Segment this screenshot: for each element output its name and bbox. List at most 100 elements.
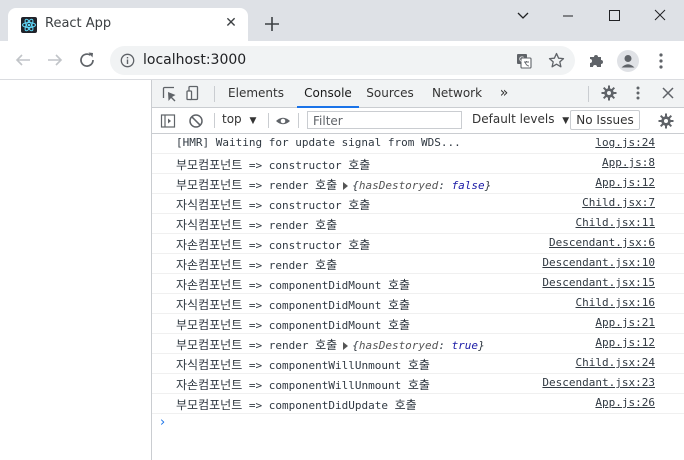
log-levels-label: Default levels — [472, 112, 555, 126]
person-icon — [621, 55, 635, 68]
devtools-tab-bar: Elements Console Sources Network » — [152, 80, 684, 108]
expand-object-icon[interactable] — [343, 342, 349, 350]
lifecycle-text: => constructor — [242, 159, 349, 172]
source-link[interactable]: App.js:12 — [595, 176, 655, 189]
console-row: 자손컴포넌트 => componentDidMount 호출 Descendan… — [152, 274, 684, 294]
inspect-element-icon[interactable] — [162, 86, 178, 102]
browser-tab[interactable]: React App ✕ — [8, 8, 248, 41]
console-prompt-row[interactable]: › — [152, 414, 684, 434]
source-link[interactable]: App.js:12 — [595, 336, 655, 349]
source-link[interactable]: App.js:8 — [602, 156, 655, 169]
console-row: 자식컴포넌트 => render 호출 Child.jsx:11 — [152, 214, 684, 234]
divider — [588, 86, 589, 102]
source-link[interactable]: Child.jsx:24 — [576, 356, 655, 369]
forward-arrow-icon[interactable] — [44, 49, 66, 71]
tab-elements[interactable]: Elements — [224, 80, 288, 107]
tab-search-chevron-icon[interactable] — [510, 6, 536, 26]
settings-gear-icon[interactable] — [601, 85, 617, 101]
log-message: 부모컴포넌트 => componentDidUpdate 호출 — [176, 396, 417, 413]
lifecycle-text: => constructor — [242, 199, 349, 212]
tab-title: React App — [45, 16, 112, 31]
source-link[interactable]: Child.jsx:7 — [582, 196, 655, 209]
close-tab-icon[interactable]: ✕ — [222, 14, 240, 32]
console-row: 부모컴포넌트 => componentDidMount 호출 App.js:21 — [152, 314, 684, 334]
console-row: 자손컴포넌트 => componentWillUnmount 호출 Descen… — [152, 374, 684, 394]
devtools-menu-icon[interactable] — [630, 85, 646, 101]
kebab-menu-icon[interactable] — [655, 52, 667, 70]
info-icon[interactable] — [120, 53, 135, 68]
source-link[interactable]: Descendant.jsx:15 — [542, 276, 655, 289]
lifecycle-text: => render — [242, 179, 316, 192]
source-link[interactable]: Descendant.jsx:23 — [542, 376, 655, 389]
source-link[interactable]: Child.jsx:16 — [576, 296, 655, 309]
call-label: 호출 — [315, 218, 338, 232]
more-tabs-icon[interactable]: » — [494, 80, 514, 107]
bookmark-star-icon[interactable] — [548, 52, 565, 69]
divider — [214, 113, 215, 128]
issues-button[interactable]: No Issues — [570, 110, 640, 130]
lifecycle-text: => componentDidMount — [242, 319, 388, 332]
maximize-icon[interactable] — [601, 6, 627, 26]
console-row: 자식컴포넌트 => componentWillUnmount 호출 Child.… — [152, 354, 684, 374]
lifecycle-text: => componentDidMount — [242, 279, 388, 292]
close-window-icon[interactable] — [647, 6, 673, 26]
log-message: 자식컴포넌트 => render 호출 — [176, 216, 337, 233]
log-message: 자식컴포넌트 => constructor 호출 — [176, 196, 370, 213]
call-label: 호출 — [315, 178, 338, 192]
new-tab-icon[interactable] — [262, 14, 282, 34]
source-link[interactable]: App.js:26 — [595, 396, 655, 409]
lifecycle-text: => render — [242, 259, 316, 272]
call-label: 호출 — [407, 378, 430, 392]
tab-network[interactable]: Network — [427, 80, 487, 107]
lifecycle-text: => render — [242, 219, 316, 232]
source-link[interactable]: App.js:21 — [595, 316, 655, 329]
sidebar-toggle-icon[interactable] — [160, 113, 176, 129]
url-text[interactable]: localhost:3000 — [143, 52, 246, 68]
extensions-puzzle-icon[interactable] — [588, 52, 605, 69]
source-link[interactable]: Child.jsx:11 — [576, 216, 655, 229]
console-settings-gear-icon[interactable] — [658, 113, 674, 129]
call-label: 호출 — [387, 278, 411, 292]
object-preview[interactable]: {hasDestoryed: true} — [352, 339, 484, 352]
device-toolbar-icon[interactable] — [186, 85, 202, 101]
translate-icon[interactable]: G — [516, 53, 532, 69]
expand-object-icon[interactable] — [343, 182, 349, 190]
log-message: [HMR] Waiting for update signal from WDS… — [176, 136, 461, 149]
lifecycle-text: => componentDidMount — [242, 299, 388, 312]
filter-input[interactable]: Filter — [307, 111, 462, 129]
console-row: 자손컴포넌트 => render 호출 Descendant.jsx:10 — [152, 254, 684, 274]
source-link[interactable]: Descendant.jsx:10 — [542, 256, 655, 269]
log-message: 부모컴포넌트 => render 호출 {hasDestoryed: true} — [176, 336, 485, 353]
minimize-icon[interactable] — [555, 6, 581, 26]
divider — [214, 86, 215, 102]
live-expression-eye-icon[interactable] — [275, 113, 291, 129]
svg-text:G: G — [519, 56, 524, 64]
log-message: 부모컴포넌트 => componentDidMount 호출 — [176, 316, 410, 333]
tab-console[interactable]: Console — [297, 80, 359, 108]
console-row: 자식컴포넌트 => constructor 호출 Child.jsx:7 — [152, 194, 684, 214]
clear-console-icon[interactable] — [188, 113, 204, 129]
call-label: 호출 — [348, 158, 371, 172]
console-row: 자손컴포넌트 => constructor 호출 Descendant.jsx:… — [152, 234, 684, 254]
reload-icon[interactable] — [76, 49, 98, 71]
tab-sources[interactable]: Sources — [362, 80, 418, 107]
object-preview[interactable]: {hasDestoryed: false} — [352, 179, 491, 192]
component-label: 부모컴포넌트 — [176, 178, 243, 192]
close-devtools-icon[interactable] — [660, 85, 676, 101]
dropdown-caret-icon: ▼ — [562, 116, 570, 126]
back-arrow-icon[interactable] — [12, 49, 34, 71]
title-bar: React App ✕ — [0, 0, 684, 41]
devtools-panel: Elements Console Sources Network » top ▼… — [152, 80, 684, 460]
call-label: 호출 — [315, 258, 338, 272]
profile-avatar[interactable] — [617, 50, 639, 72]
source-link[interactable]: Descendant.jsx:6 — [549, 236, 655, 249]
component-label: 부모컴포넌트 — [176, 398, 243, 412]
divider — [298, 113, 299, 128]
filter-placeholder: Filter — [313, 114, 343, 128]
prompt-chevron-icon: › — [160, 415, 166, 430]
log-message: 자손컴포넌트 => render 호출 — [176, 256, 337, 273]
context-selector[interactable]: top ▼ — [222, 112, 256, 126]
source-link[interactable]: log.js:24 — [595, 136, 655, 149]
log-levels-dropdown[interactable]: Default levels ▼ — [472, 112, 569, 126]
address-bar[interactable]: localhost:3000 G — [110, 46, 575, 75]
